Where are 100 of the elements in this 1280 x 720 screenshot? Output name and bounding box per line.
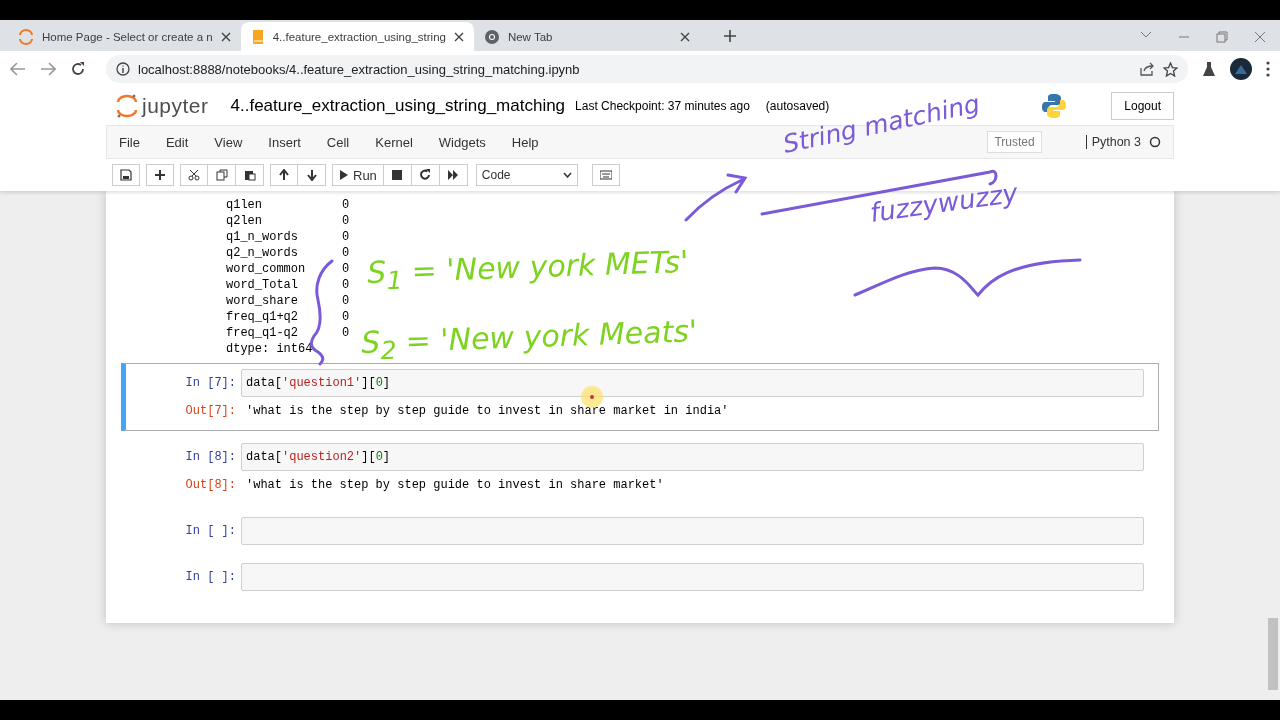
input-prompt: In [ ]:: [184, 523, 236, 540]
series-value: 0: [342, 293, 350, 309]
cell-output: 'what is the step by step guide to invest in share market': [245, 477, 665, 494]
menu-item[interactable]: File: [119, 134, 153, 150]
save-button[interactable]: [112, 164, 140, 186]
fast-forward-icon: [447, 169, 460, 181]
cell-type-dropdown[interactable]: Code: [475, 164, 578, 186]
address-bar[interactable]: localhost:8888/notebooks/4..feature_extraction_using_string_matching.ipynb: [106, 55, 1188, 83]
fast-forward-button[interactable]: [439, 164, 468, 186]
stop-icon: [391, 169, 404, 181]
star-icon[interactable]: [1163, 61, 1178, 77]
save-icon: [120, 169, 132, 181]
code-input[interactable]: data['question2'][0]: [241, 443, 1144, 471]
input-prompt: In [7]:: [184, 375, 236, 392]
jupyter-logo[interactable]: jupyter: [116, 93, 209, 119]
handwritten-note: fuzzywuzzy: [868, 179, 1020, 226]
tab-title: 4..feature_extraction_using_string: [272, 30, 446, 43]
stop-button[interactable]: [383, 164, 412, 186]
new-tab-icon[interactable]: [723, 30, 736, 42]
forward-arrow-icon[interactable]: [40, 62, 56, 76]
dtype-text: dtype: int64: [226, 341, 314, 357]
move-up-button[interactable]: [270, 164, 298, 186]
code-input[interactable]: [241, 563, 1144, 591]
play-icon: [339, 169, 349, 181]
menu-item[interactable]: Help: [498, 134, 552, 150]
trusted-indicator[interactable]: Trusted: [987, 131, 1042, 153]
flask-icon[interactable]: [1202, 61, 1216, 77]
browser-tab[interactable]: New Tab: [473, 22, 700, 51]
chevron-down-icon: [562, 172, 572, 178]
series-value: 0: [342, 229, 350, 245]
close-icon[interactable]: [679, 31, 690, 42]
series-value: 0: [342, 261, 350, 277]
output-prompt: Out[7]:: [184, 403, 236, 420]
notebook-cell[interactable]: In [ ]:: [121, 557, 1159, 597]
cell-output: 'what is the step by step guide to invest in share market in india': [245, 403, 730, 420]
tab-title: New Tab: [507, 30, 554, 43]
series-value: 0: [342, 213, 350, 229]
code-input[interactable]: [241, 517, 1144, 545]
add-cell-button[interactable]: [146, 164, 174, 186]
browser-tab[interactable]: 4..feature_extraction_using_string: [240, 22, 474, 51]
series-index: q1_n_words: [226, 229, 299, 245]
series-index: freq_q1-q2: [226, 325, 299, 341]
close-icon[interactable]: [220, 31, 231, 42]
logo-text: jupyter: [142, 94, 209, 118]
close-icon[interactable]: [453, 31, 464, 42]
paste-icon: [243, 169, 256, 181]
menu-item[interactable]: Insert: [255, 134, 314, 150]
menu-item[interactable]: Widgets: [425, 134, 499, 150]
info-icon: [116, 62, 130, 76]
move-up-icon: [278, 169, 290, 181]
chevron-down-icon[interactable]: [1140, 31, 1152, 39]
menu-item[interactable]: Cell: [313, 134, 363, 150]
browser-tab[interactable]: Home Page - Select or create a n: [8, 22, 241, 51]
add-cell-icon: [154, 169, 166, 181]
series-index: word_common: [226, 261, 307, 277]
handwritten-note: S$_{1}$ = 'New york METs': [366, 246, 689, 294]
series-value: 0: [342, 245, 350, 261]
notebook-title[interactable]: 4..feature_extraction_using_string_matching: [230, 96, 566, 116]
kernel-idle-icon: [1149, 136, 1161, 148]
series-value: 0: [342, 325, 350, 341]
keyboard-icon: [599, 169, 612, 181]
series-index: q1len: [226, 197, 263, 213]
keyboard-button[interactable]: [591, 164, 620, 186]
more-menu-icon[interactable]: [1266, 61, 1270, 77]
avatar-icon[interactable]: [1230, 58, 1252, 80]
cut-button[interactable]: [180, 164, 208, 186]
copy-icon: [215, 169, 228, 181]
input-prompt: In [8]:: [184, 449, 236, 466]
jupyter-logo-icon: [116, 93, 138, 119]
ink-arrow: [684, 172, 748, 222]
notebook-cell[interactable]: In [ ]:: [121, 511, 1159, 551]
share-icon[interactable]: [1139, 62, 1155, 76]
menu-item[interactable]: Kernel: [362, 134, 426, 150]
book-icon: [250, 28, 265, 45]
run-button[interactable]: Run: [332, 164, 384, 186]
restart-icon: [419, 169, 432, 181]
handwritten-note: S$_{2}$ = 'New york Meats': [360, 316, 698, 364]
notebook-cell[interactable]: In [7]: data['question1'][0] Out[7]: 'what is the step by step guide to invest in share market in india': [121, 363, 1159, 431]
menu-item[interactable]: Edit: [152, 134, 202, 150]
paste-button[interactable]: [236, 164, 264, 186]
scrollbar-thumb[interactable]: [1268, 618, 1278, 690]
output-prompt: Out[8]:: [184, 477, 236, 494]
tab-title: Home Page - Select or create a n: [42, 30, 213, 43]
move-down-button[interactable]: [298, 164, 326, 186]
code-input[interactable]: data['question1'][0]: [241, 369, 1144, 397]
input-prompt: In [ ]:: [184, 569, 236, 586]
restart-button[interactable]: [411, 164, 440, 186]
back-arrow-icon[interactable]: [10, 62, 26, 76]
menu-item[interactable]: View: [201, 134, 256, 150]
jupyter-logo-icon: [18, 28, 34, 45]
logout-button[interactable]: Logout: [1111, 92, 1174, 120]
series-index: word_Total: [226, 277, 299, 293]
reload-icon[interactable]: [70, 61, 86, 77]
series-index: freq_q1+q2: [226, 309, 299, 325]
checkpoint-status: Last Checkpoint: 37 minutes ago: [575, 99, 750, 113]
series-index: q2_n_words: [226, 245, 299, 261]
notebook-cell[interactable]: In [8]: data['question2'][0] Out[8]: 'what is the step by step guide to invest in share market': [121, 437, 1159, 505]
series-value: 0: [342, 197, 350, 213]
kernel-name[interactable]: Python 3: [1091, 135, 1141, 149]
python-logo-icon: [1041, 93, 1068, 119]
